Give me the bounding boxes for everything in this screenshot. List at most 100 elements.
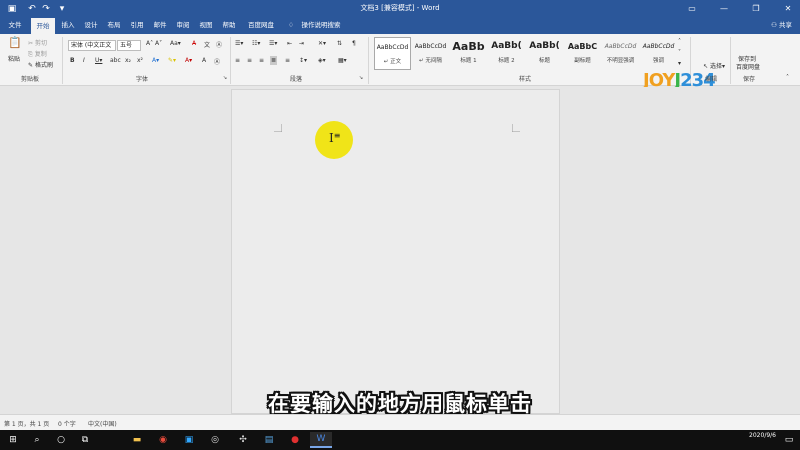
notification-icon[interactable]: ▭ xyxy=(778,432,800,448)
style-heading-1[interactable]: AaBb 标题 1 xyxy=(450,37,487,70)
usb-icon[interactable]: ✣ xyxy=(232,432,254,448)
scissors-icon: ✂ xyxy=(28,40,34,47)
style-subtitle[interactable]: AaBbC 副标题 xyxy=(564,37,601,70)
styles-scroll-down-icon[interactable]: ˅ xyxy=(678,49,681,56)
title-bar: ▣ ↶ ↷ ▾ 文档3 [兼容模式] - Word ▭ — ❐ ✕ xyxy=(0,0,800,17)
increase-indent-button[interactable]: ⇥ xyxy=(299,40,304,47)
style-no-spacing[interactable]: AaBbCcDd ↵ 无间隔 xyxy=(412,37,449,70)
font-group-label: 字体 xyxy=(135,76,148,83)
style-heading-2[interactable]: AaBb( 标题 2 xyxy=(488,37,525,70)
word-count[interactable]: 0 个字 xyxy=(58,419,76,428)
char-border-button[interactable]: Ⓐ xyxy=(214,57,220,66)
task-view-icon[interactable]: ○ xyxy=(50,432,72,448)
style-sample: AaBbCcDd xyxy=(376,44,409,51)
numbering-button[interactable]: ☷▾ xyxy=(252,40,260,47)
text-cursor-icon: I≡ xyxy=(329,131,341,145)
close-button[interactable]: ✕ xyxy=(776,0,800,17)
style-sample: AaBbCcDd xyxy=(604,43,637,50)
collapse-ribbon-icon[interactable]: ˄ xyxy=(786,74,789,81)
file-explorer-icon[interactable]: ▬ xyxy=(126,432,148,448)
underline-button[interactable]: U▾ xyxy=(95,57,102,64)
tab-baidu-netdisk[interactable]: 百度网盘 xyxy=(243,17,279,34)
decrease-indent-button[interactable]: ⇤ xyxy=(287,40,292,47)
multilevel-list-button[interactable]: ☰▾ xyxy=(269,40,277,47)
italic-button[interactable]: I xyxy=(83,57,85,64)
photoshop-icon[interactable]: ▣ xyxy=(178,432,200,448)
style-subtle-emphasis[interactable]: AaBbCcDd 不明显强调 xyxy=(602,37,639,70)
align-right-button[interactable]: ≡ xyxy=(259,57,264,64)
format-painter-button[interactable]: ✎ 格式刷 xyxy=(28,60,53,69)
justify-button[interactable]: ≣ xyxy=(270,56,278,65)
page-count[interactable]: 第 1 页，共 1 页 xyxy=(4,419,49,428)
style-emphasis[interactable]: AaBbCcDd 强调 xyxy=(640,37,677,70)
grow-font-button[interactable]: A˄ A˅ xyxy=(146,40,162,47)
app-icon[interactable]: ▤ xyxy=(258,432,280,448)
tab-file[interactable]: 文件 xyxy=(4,17,26,34)
superscript-button[interactable]: x² xyxy=(137,57,143,64)
styles-more-icon[interactable]: ▾ xyxy=(678,60,681,67)
font-name-select[interactable]: 宋体 (中文正文 xyxy=(68,40,116,51)
share-button[interactable]: ⚇ 共享 xyxy=(771,17,792,34)
dialog-launcher-icon[interactable]: ↘ xyxy=(356,73,366,83)
style-name: ↵ 无间隔 xyxy=(419,58,442,64)
word-icon[interactable]: W xyxy=(310,432,332,448)
minimize-button[interactable]: — xyxy=(712,0,736,17)
obs-icon[interactable]: ◎ xyxy=(204,432,226,448)
chrome-icon[interactable]: ◉ xyxy=(152,432,174,448)
dialog-launcher-icon[interactable]: ↘ xyxy=(220,73,230,83)
highlight-button[interactable]: ✎▾ xyxy=(168,57,176,64)
align-left-button[interactable]: ≡ xyxy=(235,57,240,64)
sort-button[interactable]: ⇅ xyxy=(337,40,342,47)
chinese-layout-button[interactable]: ✕▾ xyxy=(318,40,326,47)
restore-button[interactable]: ❐ xyxy=(744,0,768,17)
bullets-button[interactable]: ☰▾ xyxy=(235,40,243,47)
shading-button[interactable]: ◈▾ xyxy=(318,57,326,64)
record-icon[interactable]: ● xyxy=(284,432,306,448)
align-center-button[interactable]: ≡ xyxy=(247,57,252,64)
tab-view[interactable]: 视图 xyxy=(195,17,217,34)
tab-review[interactable]: 审阅 xyxy=(172,17,194,34)
styles-scroll-up-icon[interactable]: ˄ xyxy=(678,38,681,45)
system-clock[interactable]: 2020/9/6 xyxy=(749,432,776,440)
paste-button[interactable]: 粘贴 xyxy=(8,54,20,63)
style-name: 强调 xyxy=(652,58,664,64)
font-color-button[interactable]: A▾ xyxy=(185,57,192,64)
tab-design[interactable]: 设计 xyxy=(80,17,102,34)
show-marks-button[interactable]: ¶ xyxy=(352,40,356,47)
clear-formatting-button[interactable]: A̶ xyxy=(192,40,196,47)
bold-button[interactable]: B xyxy=(70,57,75,64)
tell-me-search[interactable]: 操作说明搜索 xyxy=(298,17,344,34)
font-size-select[interactable]: 五号 xyxy=(117,40,141,51)
style-sample: AaBbC xyxy=(567,42,598,51)
windows-icon[interactable]: ⊞ xyxy=(2,432,24,448)
text-effects-button[interactable]: A▾ xyxy=(152,57,159,64)
document-area[interactable] xyxy=(0,87,800,414)
style-sample: AaBb( xyxy=(491,41,522,51)
subscript-button[interactable]: x₂ xyxy=(125,57,131,64)
tab-home[interactable]: 开始 xyxy=(31,18,55,34)
select-button[interactable]: ↖ 选择▾ xyxy=(703,61,725,70)
document-page[interactable] xyxy=(231,89,560,414)
task-view-icon[interactable]: ⧉ xyxy=(74,432,96,448)
enclose-char-button[interactable]: Ⓐ xyxy=(216,40,222,49)
line-spacing-button[interactable]: ↕▾ xyxy=(299,57,307,64)
cut-button[interactable]: ✂ 剪切 xyxy=(28,38,47,47)
ribbon-display-icon[interactable]: ▭ xyxy=(680,0,704,17)
tab-insert[interactable]: 插入 xyxy=(57,17,79,34)
copy-button[interactable]: ⎘ 复制 xyxy=(28,49,47,59)
tab-references[interactable]: 引用 xyxy=(126,17,148,34)
tab-layout[interactable]: 布局 xyxy=(103,17,125,34)
style-normal[interactable]: AaBbCcDd ↵ 正文 xyxy=(374,37,411,70)
distributed-button[interactable]: ≡ xyxy=(285,57,290,64)
language-indicator[interactable]: 中文(中国) xyxy=(88,419,117,428)
char-shading-button[interactable]: A xyxy=(202,57,206,64)
phonetic-guide-button[interactable]: 文 xyxy=(204,40,210,49)
borders-button[interactable]: ▦▾ xyxy=(338,57,347,64)
tab-help[interactable]: 帮助 xyxy=(218,17,240,34)
change-case-button[interactable]: Aa▾ xyxy=(170,40,181,47)
strikethrough-button[interactable]: abc xyxy=(110,57,121,64)
style-title[interactable]: AaBb( 标题 xyxy=(526,37,563,70)
tab-mailings[interactable]: 邮件 xyxy=(149,17,171,34)
search-icon[interactable]: ⌕ xyxy=(26,432,48,448)
copy-icon: ⎘ xyxy=(28,51,33,58)
